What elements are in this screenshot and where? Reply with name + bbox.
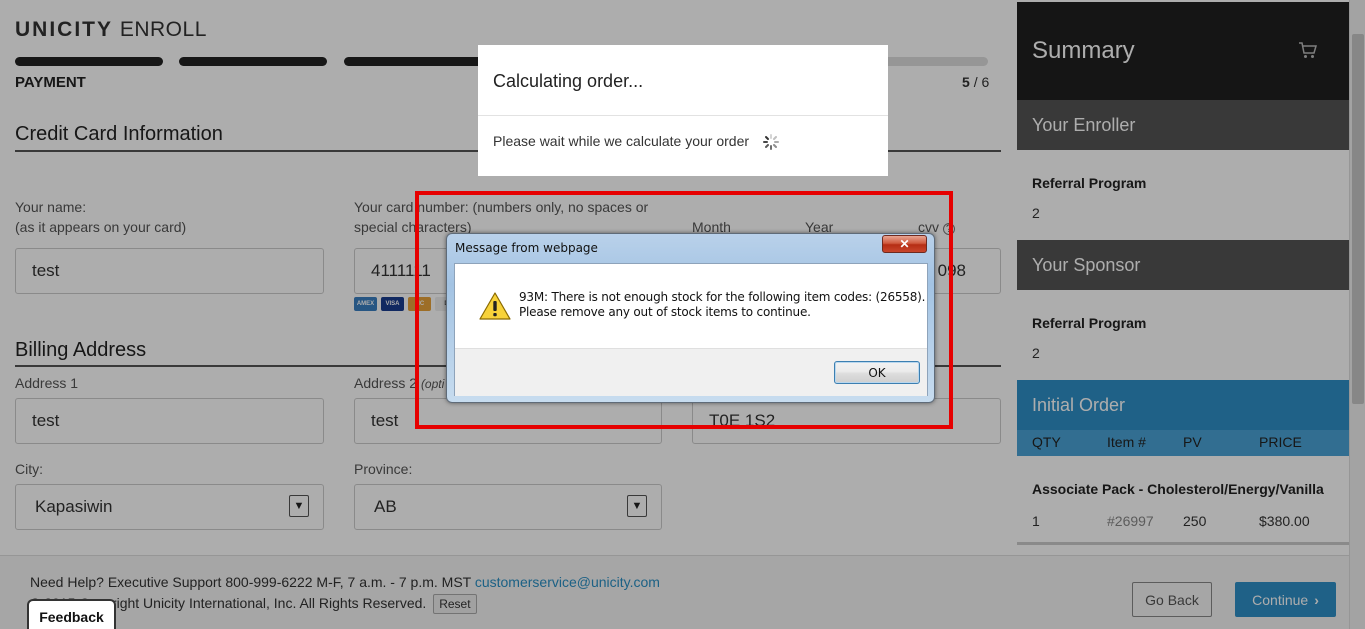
dialog-caption: Message from webpage <box>455 241 598 255</box>
close-icon: ✕ <box>899 237 910 251</box>
dialog-message: 93M: There is not enough stock for the f… <box>519 290 925 320</box>
warning-icon <box>479 292 511 320</box>
calculating-modal: Calculating order... Please wait while w… <box>478 45 888 176</box>
message-dialog: Message from webpage ✕ 93M: There is not… <box>446 233 935 403</box>
dialog-button-area: OK <box>455 348 927 396</box>
ok-button[interactable]: OK <box>834 361 920 384</box>
calculating-title: Calculating order... <box>493 71 644 91</box>
dialog-message-line2: Please remove any out of stock items to … <box>519 305 811 319</box>
calculating-message: Please wait while we calculate your orde… <box>493 133 750 149</box>
dialog-close-button[interactable]: ✕ <box>882 235 927 253</box>
dialog-message-line1: 93M: There is not enough stock for the f… <box>519 290 926 304</box>
calculating-divider <box>478 115 888 116</box>
feedback-tab[interactable]: Feedback <box>27 599 116 629</box>
dialog-body: 93M: There is not enough stock for the f… <box>454 263 928 396</box>
loading-spinner-icon <box>763 134 779 150</box>
